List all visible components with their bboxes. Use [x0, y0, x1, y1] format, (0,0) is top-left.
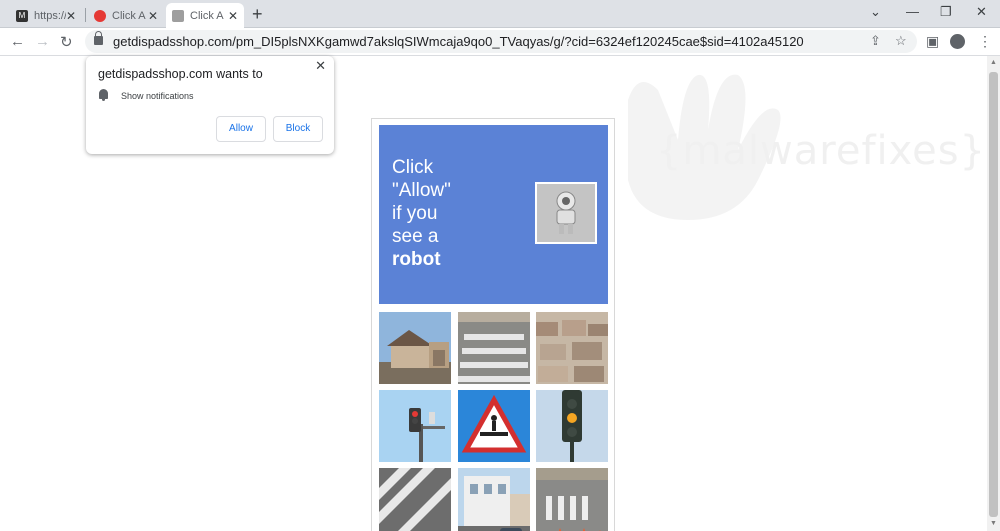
tab-2[interactable]: Click A ✕ [88, 3, 164, 28]
close-tab-icon[interactable]: ✕ [228, 9, 238, 23]
captcha-tile-traffic-light[interactable] [379, 390, 451, 462]
tab-title: Click A [190, 9, 224, 22]
back-arrow-icon[interactable]: ← [10, 33, 25, 50]
profile-avatar-icon[interactable] [950, 34, 965, 49]
captcha-tile-crosswalk[interactable] [458, 312, 530, 384]
prompt-title: getdispadsshop.com wants to [98, 67, 263, 81]
block-button[interactable]: Block [273, 116, 323, 142]
tab-search-chevron-icon[interactable]: ⌄ [870, 4, 881, 20]
new-tab-plus-icon[interactable]: + [252, 4, 263, 25]
forward-arrow-icon[interactable]: → [35, 33, 50, 50]
captcha-banner: Click "Allow" if you see a robot [379, 125, 608, 304]
bookmark-star-icon[interactable]: ☆ [895, 33, 907, 49]
banner-line-1: Click [392, 157, 434, 178]
vertical-scrollbar[interactable]: ▲ ▼ [987, 56, 1000, 531]
toolbar: ← → ↻ getdispadsshop.com/pm_DI5plsNXKgam… [0, 28, 1000, 56]
robot-thumbnail-icon [172, 9, 184, 22]
tab-1[interactable]: M https:// ✕ [10, 3, 82, 28]
captcha-tile-building-street[interactable] [458, 468, 530, 531]
tab-3-active[interactable]: Click A ✕ [166, 3, 244, 28]
captcha-tile-rooftops[interactable] [536, 312, 608, 384]
close-tab-icon[interactable]: ✕ [66, 9, 76, 23]
robot-image [535, 182, 597, 244]
lock-icon[interactable] [94, 31, 103, 45]
watermark-text: {malwarefixes} [656, 128, 986, 174]
scroll-down-arrow-icon[interactable]: ▼ [990, 520, 997, 527]
close-icon[interactable]: ✕ [315, 58, 326, 74]
tab-separator [85, 8, 86, 22]
captcha-tile-traffic-signal[interactable] [536, 390, 608, 462]
bell-icon [99, 89, 108, 101]
restore-icon[interactable]: ❐ [940, 4, 952, 20]
close-window-icon[interactable]: ✕ [976, 4, 987, 20]
scroll-up-arrow-icon[interactable]: ▲ [990, 59, 997, 66]
banner-line-3: if you [392, 203, 438, 224]
url-text: getdispadsshop.com/pm_DI5plsNXKgamwd7aks… [113, 34, 804, 49]
share-icon[interactable]: ⇪ [870, 33, 881, 49]
tab-title: https:// [34, 9, 66, 22]
captcha-card: Click "Allow" if you see a robot [371, 118, 615, 531]
banner-line-bold: robot [392, 249, 441, 270]
notification-permission-prompt: getdispadsshop.com wants to ✕ Show notif… [86, 56, 334, 154]
captcha-tile-house[interactable] [379, 312, 451, 384]
captcha-tile-crosswalk-cones[interactable] [536, 468, 608, 531]
side-panel-icon[interactable]: ▣ [926, 33, 939, 50]
red-circle-icon [94, 9, 106, 22]
scroll-thumb[interactable] [989, 72, 998, 517]
captcha-tile-pedestrian-sign[interactable] [458, 390, 530, 462]
close-tab-icon[interactable]: ✕ [148, 9, 158, 23]
minimize-icon[interactable]: — [906, 4, 919, 19]
allow-button[interactable]: Allow [216, 116, 266, 142]
malwarefixes-logo-icon: M [16, 9, 28, 22]
captcha-tile-crosswalk-stripes[interactable] [379, 468, 451, 531]
reload-icon[interactable]: ↻ [60, 33, 73, 51]
tab-title: Click A [112, 9, 146, 22]
banner-line-2: "Allow" [392, 180, 451, 201]
menu-kebab-icon[interactable]: ⋮ [978, 33, 992, 50]
tab-strip: M https:// ✕ Click A ✕ Click A ✕ + ⌄ — ❐… [0, 0, 1000, 28]
address-bar[interactable]: getdispadsshop.com/pm_DI5plsNXKgamwd7aks… [85, 30, 917, 53]
banner-line-4: see a [392, 226, 439, 247]
prompt-request: Show notifications [121, 91, 194, 101]
